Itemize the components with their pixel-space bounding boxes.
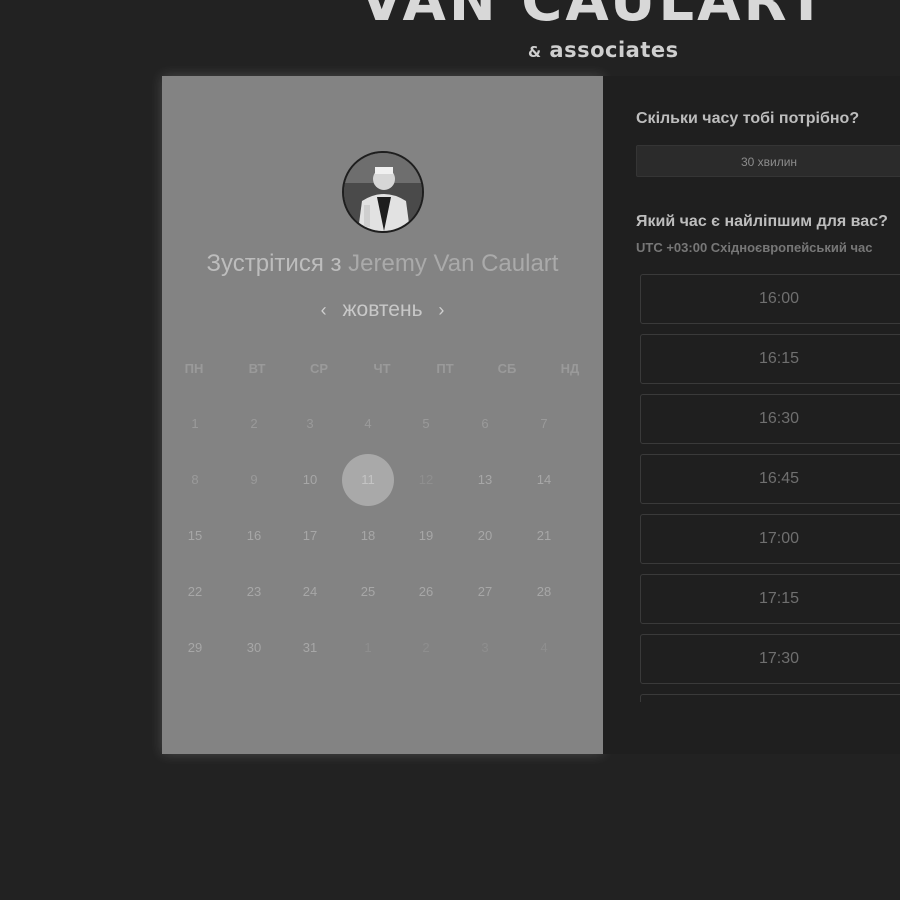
time-slot-list[interactable]: 16:00 16:15 16:30 16:45 17:00 17:15 17:3… bbox=[640, 274, 900, 702]
calendar-day[interactable]: 18 bbox=[342, 510, 394, 562]
calendar-day[interactable]: 31 bbox=[284, 622, 336, 674]
booking-page: VAN CAULART & associates Зустрітися з Je… bbox=[0, 0, 900, 900]
calendar-day: 9 bbox=[250, 472, 258, 487]
brand-title: VAN CAULART bbox=[360, 0, 829, 34]
time-slot-button[interactable] bbox=[640, 694, 900, 702]
time-slot-button[interactable]: 16:45 bbox=[640, 454, 900, 504]
calendar-day: 4 bbox=[364, 416, 372, 431]
weekday-mon: ПН bbox=[184, 361, 204, 376]
calendar-day: 12 bbox=[418, 472, 434, 487]
weekday-thu: ЧТ bbox=[373, 361, 391, 376]
calendar-day[interactable]: 19 bbox=[400, 510, 452, 562]
calendar-day[interactable]: 30 bbox=[228, 622, 280, 674]
time-question: Який час є найліпшим для вас? bbox=[636, 213, 888, 230]
duration-question: Скільки часу тобі потрібно? bbox=[636, 110, 860, 127]
meeting-heading-prefix: Зустрітися з bbox=[206, 250, 349, 277]
calendar-day: 7 bbox=[540, 416, 548, 431]
calendar-day[interactable]: 24 bbox=[284, 566, 336, 618]
next-month-button[interactable]: › bbox=[428, 300, 454, 321]
time-slot-button[interactable]: 16:15 bbox=[640, 334, 900, 384]
month-navigation: ‹ жовтень › bbox=[162, 298, 603, 322]
time-slot-button[interactable]: 17:15 bbox=[640, 574, 900, 624]
calendar-day: 8 bbox=[191, 472, 199, 487]
calendar-day[interactable]: 20 bbox=[459, 510, 511, 562]
prev-month-button[interactable]: ‹ bbox=[311, 300, 337, 321]
calendar-day: 1 bbox=[191, 416, 199, 431]
calendar-day: 6 bbox=[481, 416, 489, 431]
meeting-heading: Зустрітися з Jeremy Van Caulart bbox=[162, 250, 603, 278]
calendar-day[interactable]: 15 bbox=[169, 510, 221, 562]
brand-subtitle: & associates bbox=[528, 38, 679, 62]
time-slot-button[interactable]: 17:30 bbox=[640, 634, 900, 684]
calendar-day: 5 bbox=[422, 416, 430, 431]
timezone-label: UTC +03:00 Східноєвропейський час bbox=[636, 240, 873, 255]
weekday-sun: НД bbox=[560, 361, 580, 376]
host-name: Jeremy Van Caulart bbox=[348, 250, 559, 277]
brand-ampersand: & bbox=[528, 43, 542, 61]
booking-panel: Скільки часу тобі потрібно? 30 хвилин Як… bbox=[603, 76, 900, 754]
calendar-day[interactable]: 17 bbox=[284, 510, 336, 562]
calendar-day-selected[interactable]: 11 bbox=[342, 454, 394, 506]
calendar-day-next-month: 3 bbox=[481, 640, 489, 655]
weekday-tue: ВТ bbox=[248, 361, 266, 376]
calendar-day[interactable]: 29 bbox=[169, 622, 221, 674]
calendar-day[interactable]: 25 bbox=[342, 566, 394, 618]
calendar-day-next-month: 1 bbox=[364, 640, 372, 655]
avatar bbox=[342, 151, 424, 233]
time-slot-button[interactable]: 16:00 bbox=[640, 274, 900, 324]
calendar-day: 3 bbox=[306, 416, 314, 431]
weekday-sat: СБ bbox=[497, 361, 517, 376]
calendar-panel: Зустрітися з Jeremy Van Caulart ‹ жовтен… bbox=[162, 76, 603, 754]
calendar-day: 2 bbox=[250, 416, 258, 431]
calendar-day[interactable]: 27 bbox=[459, 566, 511, 618]
duration-select[interactable]: 30 хвилин bbox=[636, 145, 900, 177]
calendar-day[interactable]: 28 bbox=[518, 566, 570, 618]
brand-subtitle-text: associates bbox=[541, 38, 679, 62]
avatar-portrait-image bbox=[344, 153, 422, 231]
calendar-day[interactable]: 22 bbox=[169, 566, 221, 618]
time-slot-button[interactable]: 17:00 bbox=[640, 514, 900, 564]
calendar-day[interactable]: 21 bbox=[518, 510, 570, 562]
month-label: жовтень bbox=[342, 298, 423, 321]
calendar-day[interactable]: 16 bbox=[228, 510, 280, 562]
calendar-day[interactable]: 13 bbox=[459, 454, 511, 506]
calendar-day-next-month: 4 bbox=[540, 640, 548, 655]
calendar-day-next-month: 2 bbox=[422, 640, 430, 655]
time-slot-button[interactable]: 16:30 bbox=[640, 394, 900, 444]
calendar-day[interactable]: 26 bbox=[400, 566, 452, 618]
weekday-wed: СР bbox=[309, 361, 329, 376]
calendar-day[interactable]: 10 bbox=[284, 454, 336, 506]
calendar-day[interactable]: 14 bbox=[518, 454, 570, 506]
calendar-day[interactable]: 23 bbox=[228, 566, 280, 618]
weekday-fri: ПТ bbox=[436, 361, 454, 376]
